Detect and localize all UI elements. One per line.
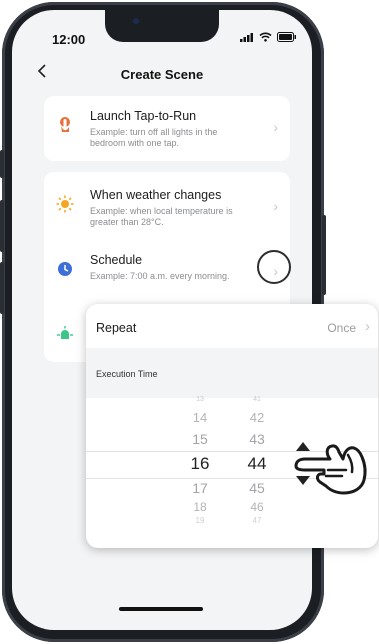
- row-description: Example: when local temperature is great…: [90, 206, 233, 227]
- minute-option[interactable]: 45: [237, 480, 277, 496]
- status-icons: [240, 32, 297, 42]
- row-schedule[interactable]: Schedule Example: 7:00 a.m. every mornin…: [44, 245, 290, 299]
- minute-selected[interactable]: 44: [237, 454, 277, 474]
- pointing-hand-icon: [294, 444, 367, 495]
- page-title: Create Scene: [120, 67, 204, 82]
- phone-volume-up: [0, 200, 4, 252]
- signal-icon: [240, 32, 253, 42]
- hour-option[interactable]: 18: [180, 500, 220, 514]
- execution-time-label: Execution Time: [96, 369, 158, 379]
- clock-icon: [58, 262, 72, 276]
- row-description: Example: turn off all lights in the bedr…: [90, 127, 218, 148]
- card-tap-to-run[interactable]: Launch Tap-to-Run Example: turn off all …: [44, 96, 290, 161]
- row-launch-tap-to-run[interactable]: Launch Tap-to-Run Example: turn off all …: [44, 101, 290, 155]
- repeat-value[interactable]: Once: [327, 321, 356, 335]
- hour-option[interactable]: 19: [180, 516, 220, 525]
- row-title: Schedule: [90, 253, 143, 267]
- tap-hand-icon: [60, 117, 70, 132]
- time-picker-popup: Repeat Once › Execution Time 13 14 15 16…: [86, 304, 378, 548]
- minute-option[interactable]: 46: [237, 500, 277, 514]
- hour-option[interactable]: 13: [180, 396, 220, 403]
- status-time: 12:00: [52, 32, 86, 47]
- battery-icon: [277, 32, 296, 42]
- chevron-right-icon: ›: [273, 119, 278, 135]
- camera: [133, 18, 139, 24]
- hour-option[interactable]: 14: [180, 410, 220, 425]
- home-indicator: [119, 607, 203, 611]
- minute-option[interactable]: 42: [237, 410, 277, 425]
- highlight-circle: [257, 250, 291, 284]
- sun-icon: [56, 195, 74, 213]
- notch: [105, 10, 219, 42]
- device-icon: [57, 326, 73, 339]
- hour-option[interactable]: 15: [180, 431, 220, 447]
- chevron-right-icon[interactable]: ›: [365, 318, 370, 335]
- row-title: Launch Tap-to-Run: [90, 109, 197, 123]
- row-title: When weather changes: [90, 188, 222, 202]
- hour-option[interactable]: 17: [180, 480, 220, 496]
- phone-power-button: [322, 215, 326, 295]
- minute-option[interactable]: 47: [237, 516, 277, 525]
- wifi-icon: [259, 32, 272, 42]
- repeat-label: Repeat: [96, 321, 137, 335]
- chevron-right-icon: ›: [273, 198, 278, 214]
- phone-side-button: [0, 150, 4, 178]
- row-weather[interactable]: When weather changes Example: when local…: [44, 180, 290, 234]
- minute-option[interactable]: 41: [237, 396, 277, 403]
- hour-selected[interactable]: 16: [180, 454, 220, 474]
- phone-volume-down: [0, 262, 4, 314]
- row-description: Example: 7:00 a.m. every morning.: [90, 271, 230, 281]
- minute-option[interactable]: 43: [237, 431, 277, 447]
